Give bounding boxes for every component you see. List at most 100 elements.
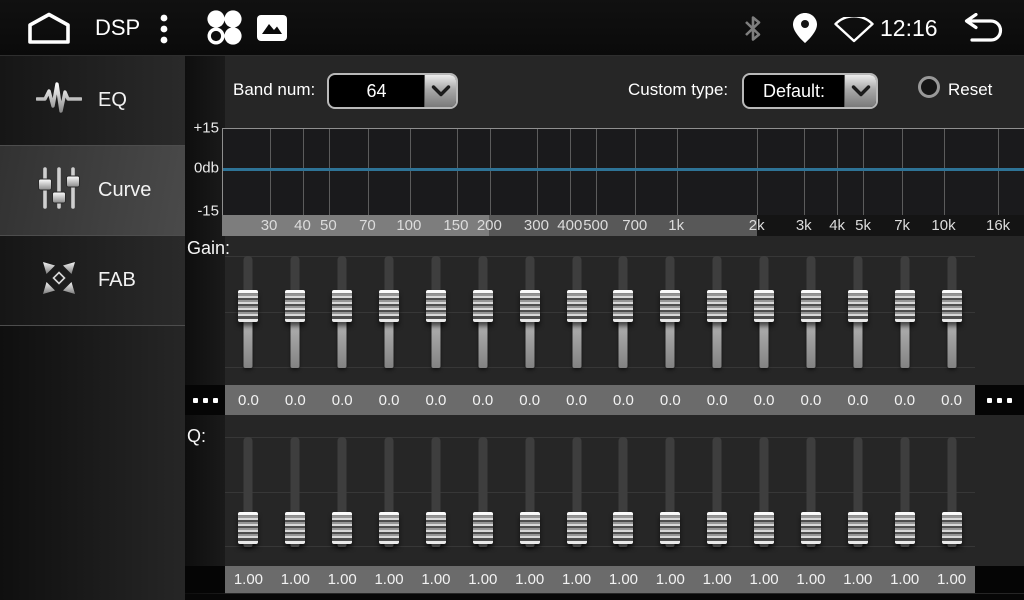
q-slider-thumb[interactable] [379, 512, 399, 544]
sidebar-item-curve[interactable]: Curve [0, 146, 185, 236]
eq-plot[interactable] [222, 128, 1024, 215]
gain-slider-5[interactable] [413, 256, 460, 368]
q-slider-thumb[interactable] [707, 512, 727, 544]
q-slider-9[interactable] [600, 437, 647, 547]
q-slider-thumb[interactable] [848, 512, 868, 544]
freq-tick-label: 30 [261, 215, 278, 236]
band-num-dropdown[interactable]: 64 [327, 73, 458, 109]
q-slider-thumb[interactable] [285, 512, 305, 544]
custom-type-dropdown[interactable]: Default: [742, 73, 878, 109]
custom-type-value: Default: [744, 75, 844, 107]
gain-value: 0.0 [413, 385, 460, 415]
q-value: 1.00 [834, 566, 881, 593]
gain-value: 0.0 [694, 385, 741, 415]
gain-slider-3[interactable] [319, 256, 366, 368]
q-slider-1[interactable] [225, 437, 272, 547]
q-slider-thumb[interactable] [613, 512, 633, 544]
reset-label: Reset [948, 80, 992, 100]
gain-slider-thumb[interactable] [848, 290, 868, 322]
gain-slider-thumb[interactable] [707, 290, 727, 322]
sidebar-item-fab[interactable]: FAB [0, 236, 185, 326]
gain-slider-12[interactable] [741, 256, 788, 368]
gain-slider-13[interactable] [788, 256, 835, 368]
q-slider-thumb[interactable] [473, 512, 493, 544]
home-icon[interactable] [26, 11, 72, 50]
q-slider-thumb[interactable] [660, 512, 680, 544]
gain-slider-thumb[interactable] [754, 290, 774, 322]
gain-slider-6[interactable] [459, 256, 506, 368]
sidebar-item-label: EQ [98, 89, 127, 112]
overflow-menu-icon[interactable] [159, 14, 169, 49]
q-slider-thumb[interactable] [895, 512, 915, 544]
q-slider-5[interactable] [413, 437, 460, 547]
q-slider-thumb[interactable] [801, 512, 821, 544]
q-slider-2[interactable] [272, 437, 319, 547]
gain-slider-16[interactable] [928, 256, 975, 368]
q-slider-thumb[interactable] [754, 512, 774, 544]
gain-value: 0.0 [881, 385, 928, 415]
gridline [677, 129, 678, 215]
gain-value: 0.0 [928, 385, 975, 415]
gallery-icon[interactable] [257, 15, 287, 46]
gain-slider-thumb[interactable] [660, 290, 680, 322]
gain-slider-thumb[interactable] [238, 290, 258, 322]
q-slider-14[interactable] [834, 437, 881, 547]
gain-slider-15[interactable] [881, 256, 928, 368]
q-slider-12[interactable] [741, 437, 788, 547]
gain-slider-thumb[interactable] [520, 290, 540, 322]
gain-slider-thumb[interactable] [613, 290, 633, 322]
app-title: DSP [95, 0, 140, 56]
freq-axis: 304050701001502003004005007001k2k3k4k5k7… [222, 215, 1024, 236]
gain-slider-1[interactable] [225, 256, 272, 368]
q-slider-thumb[interactable] [332, 512, 352, 544]
q-value: 1.00 [319, 566, 366, 593]
q-slider-16[interactable] [928, 437, 975, 547]
q-slider-11[interactable] [694, 437, 741, 547]
gain-slider-thumb[interactable] [567, 290, 587, 322]
q-slider-7[interactable] [506, 437, 553, 547]
q-slider-thumb[interactable] [426, 512, 446, 544]
gain-slider-8[interactable] [553, 256, 600, 368]
q-value: 1.00 [225, 566, 272, 593]
back-icon[interactable] [958, 13, 1006, 48]
q-slider-thumb[interactable] [238, 512, 258, 544]
gain-slider-thumb[interactable] [332, 290, 352, 322]
gain-slider-thumb[interactable] [285, 290, 305, 322]
gain-slider-thumb[interactable] [942, 290, 962, 322]
gain-page-next-button[interactable] [975, 385, 1024, 415]
q-row-right-end [975, 566, 1024, 593]
reset-radio[interactable] [918, 76, 940, 98]
gain-slider-thumb[interactable] [801, 290, 821, 322]
chevron-down-icon [844, 75, 876, 107]
sliders-icon [36, 166, 82, 215]
q-value: 1.00 [366, 566, 413, 593]
q-value: 1.00 [553, 566, 600, 593]
q-row-left-end [185, 566, 225, 593]
gain-slider-thumb[interactable] [895, 290, 915, 322]
gain-slider-7[interactable] [506, 256, 553, 368]
gain-slider-9[interactable] [600, 256, 647, 368]
q-slider-6[interactable] [459, 437, 506, 547]
gain-slider-2[interactable] [272, 256, 319, 368]
q-slider-4[interactable] [366, 437, 413, 547]
q-slider-thumb[interactable] [567, 512, 587, 544]
gain-slider-10[interactable] [647, 256, 694, 368]
sidebar-item-eq[interactable]: EQ [0, 56, 185, 146]
apps-clover-icon[interactable] [204, 9, 244, 52]
q-slider-13[interactable] [788, 437, 835, 547]
gain-slider-thumb[interactable] [379, 290, 399, 322]
q-slider-15[interactable] [881, 437, 928, 547]
q-slider-thumb[interactable] [520, 512, 540, 544]
q-slider-8[interactable] [553, 437, 600, 547]
q-slider-thumb[interactable] [942, 512, 962, 544]
gain-page-prev-button[interactable] [185, 385, 225, 415]
gain-slider-4[interactable] [366, 256, 413, 368]
sidebar-item-label: Curve [98, 179, 151, 202]
q-slider-10[interactable] [647, 437, 694, 547]
gain-slider-11[interactable] [694, 256, 741, 368]
gain-slider-14[interactable] [834, 256, 881, 368]
q-slider-3[interactable] [319, 437, 366, 547]
gain-slider-thumb[interactable] [426, 290, 446, 322]
q-values: 1.001.001.001.001.001.001.001.001.001.00… [225, 566, 975, 593]
gain-slider-thumb[interactable] [473, 290, 493, 322]
